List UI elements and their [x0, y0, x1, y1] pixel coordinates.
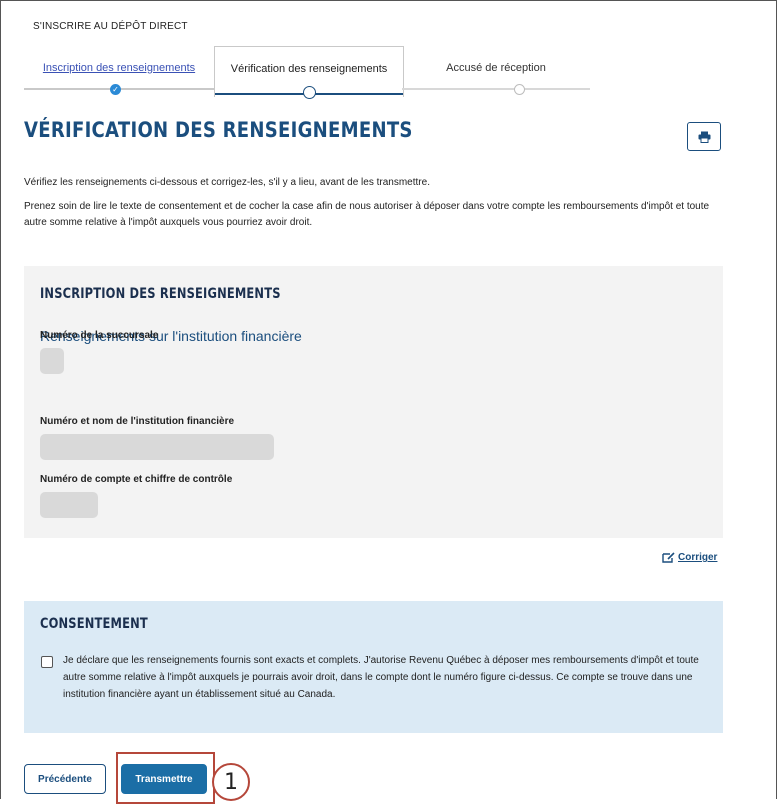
inscription-summary-panel: INSCRIPTION DES RENSEIGNEMENTS Renseigne… [24, 266, 723, 538]
page-header-title: S'INSCRIRE AU DÉPÔT DIRECT [33, 21, 188, 32]
current-step-icon [303, 86, 316, 99]
step-accuse: Accusé de réception [402, 50, 590, 96]
branch-number-label: Numéro de la succursale [40, 330, 159, 341]
branch-number-value-redacted [40, 348, 64, 374]
step-label: Vérification des renseignements [230, 63, 388, 75]
previous-button[interactable]: Précédente [24, 764, 106, 794]
submit-highlight-box [116, 752, 215, 804]
consent-checkbox[interactable] [41, 656, 53, 668]
institution-label: Numéro et nom de l'institution financièr… [40, 416, 235, 427]
step-callout-marker: 1 [212, 763, 250, 801]
printer-icon [698, 131, 711, 143]
edit-icon [662, 552, 675, 563]
intro-text: Vérifiez les renseignements ci-dessous e… [24, 177, 430, 188]
step-inscription[interactable]: Inscription des renseignements ✓ [24, 50, 214, 96]
account-number-value-redacted [40, 492, 98, 518]
consent-heading: CONSENTEMENT [40, 616, 148, 632]
consent-panel: CONSENTEMENT Je déclare que les renseign… [24, 601, 723, 733]
step-verification: Vérification des renseignements [214, 46, 404, 99]
print-button[interactable] [687, 122, 721, 151]
check-icon: ✓ [110, 84, 121, 95]
pending-step-icon [514, 84, 525, 95]
edit-link[interactable]: Corriger [662, 552, 717, 563]
progress-stepper: Inscription des renseignements ✓ Vérific… [24, 46, 590, 99]
section-heading: INSCRIPTION DES RENSEIGNEMENTS [40, 286, 281, 302]
account-number-label: Numéro de compte et chiffre de contrôle [40, 474, 233, 485]
step-label: Accusé de réception [446, 62, 546, 74]
page-title: VÉRIFICATION DES RENSEIGNEMENTS [24, 118, 413, 142]
instructions-text: Prenez soin de lire le texte de consente… [24, 201, 710, 228]
consent-text[interactable]: Je déclare que les renseignements fourni… [63, 652, 703, 703]
institution-value-redacted [40, 434, 274, 460]
step-label[interactable]: Inscription des renseignements [24, 62, 214, 74]
edit-link-label[interactable]: Corriger [678, 552, 717, 563]
step-track [402, 88, 590, 90]
